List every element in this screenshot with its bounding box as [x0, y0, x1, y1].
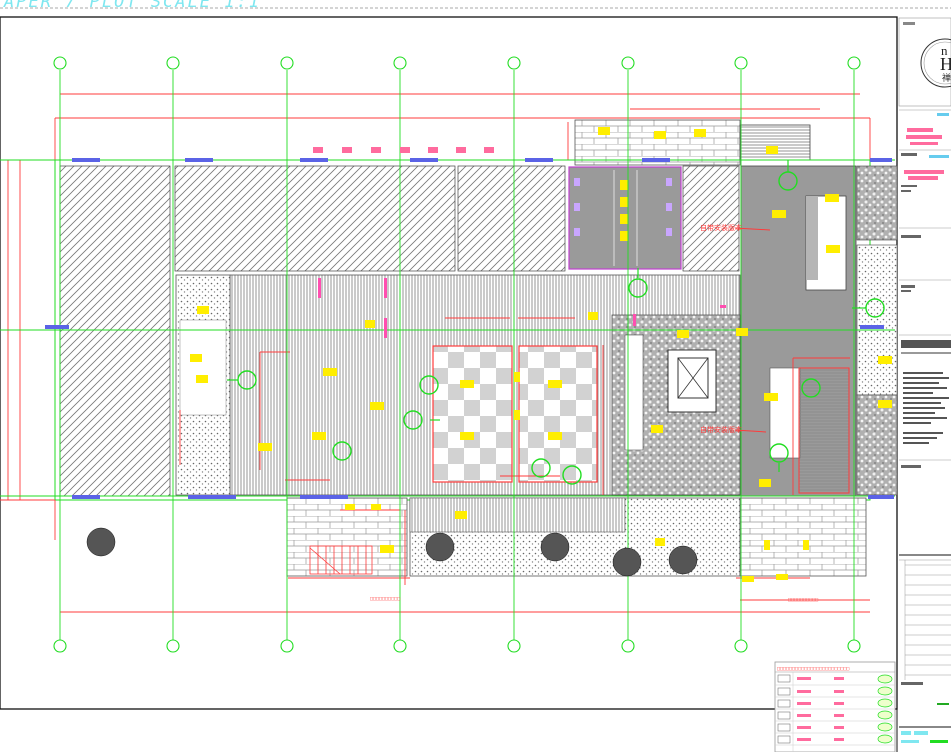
- hatched-zone-west: [59, 165, 171, 497]
- checker-area-right: [518, 345, 598, 483]
- title-block: [896, 17, 951, 752]
- checker-area-left: [432, 345, 513, 483]
- floor-plan-drawing: 自带安装版本 自带安装版本 □□□□□□□□□□ □□□□□□□□□□ □□□□…: [0, 7, 951, 752]
- logo-line-3: 禅: [942, 73, 951, 83]
- hatched-zone-north-1: [174, 165, 456, 272]
- arrow-label-2: 自带安装版本: [700, 425, 742, 434]
- logo-line-2: H: [940, 54, 951, 74]
- bottom-dim-label: □□□□□□□□□□: [788, 597, 818, 603]
- legend-title: □□□□□□□□□□□□□□□□□□□□□□□□: [777, 666, 849, 672]
- north-labels: [313, 147, 494, 153]
- north-stair: [739, 124, 811, 161]
- brick-zone-se: [739, 497, 867, 577]
- arrow-label-1: 自带安装版本: [700, 223, 742, 232]
- elevator-shaft: [667, 349, 717, 413]
- legend-table: □□□□□□□□□□□□□□□□□□□□□□□□: [774, 661, 896, 752]
- hatched-zone-north-3: [682, 165, 740, 272]
- hatched-zone-north-2: [457, 165, 566, 272]
- section-label: □□□□□□□□□□: [370, 596, 400, 602]
- plot-scale-header: APER 7 PLOT SCALE 1:1: [4, 0, 261, 12]
